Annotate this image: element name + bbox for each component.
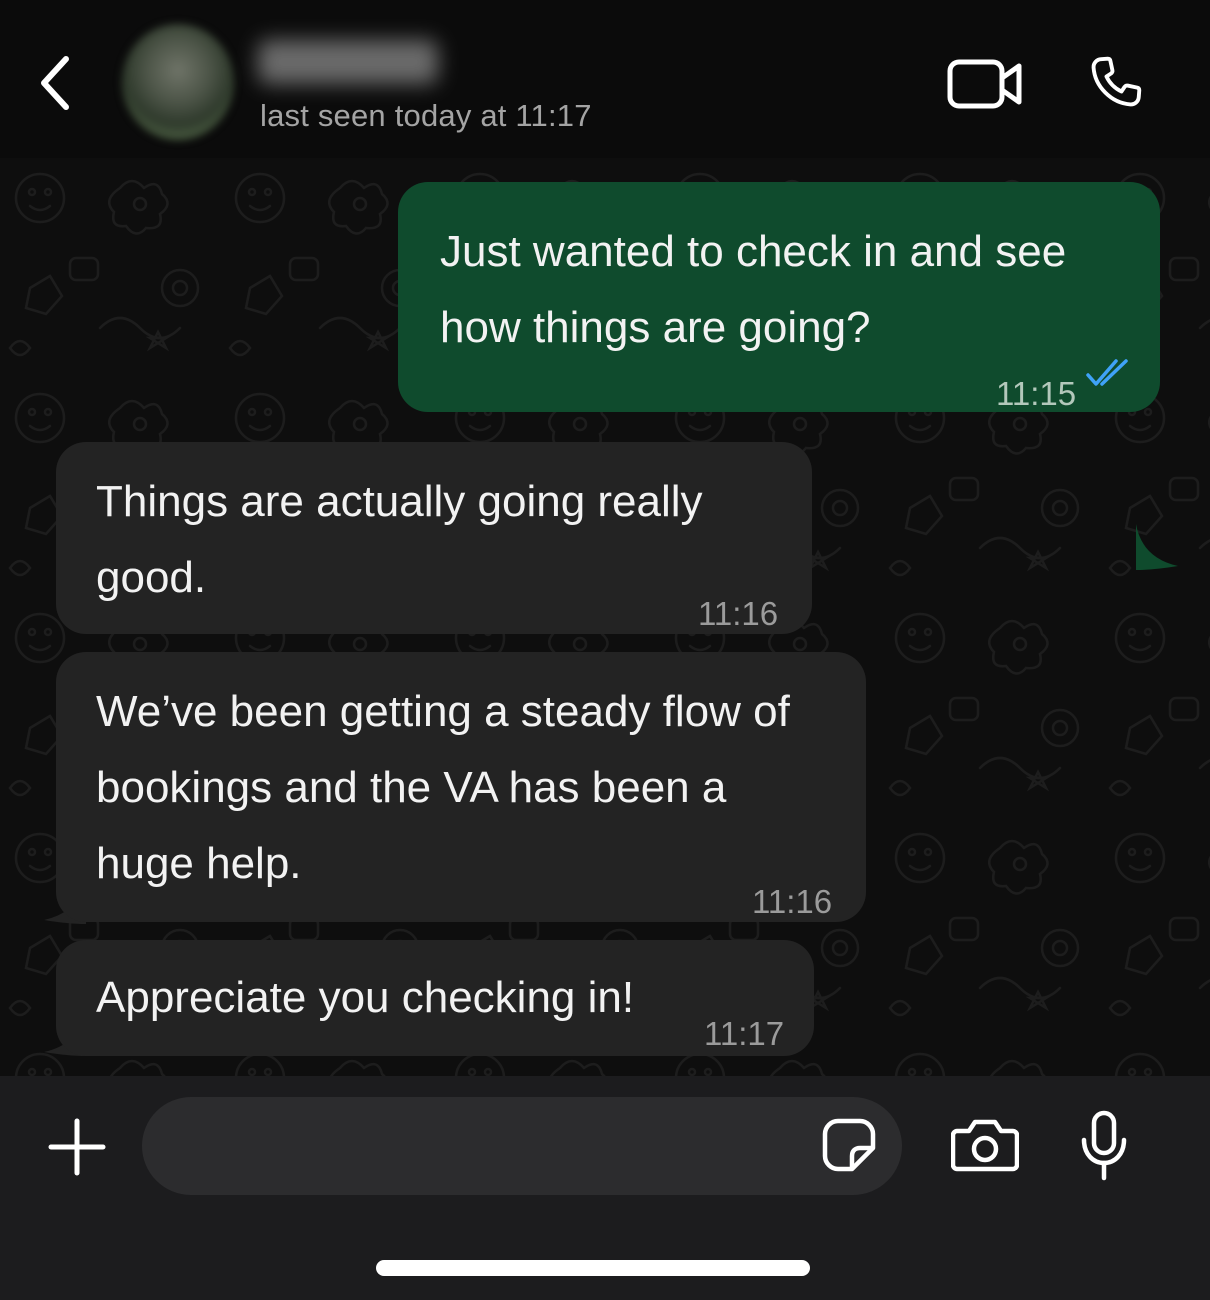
avatar[interactable]	[122, 24, 234, 140]
message-time: 11:16	[698, 595, 779, 632]
message-time: 11:16	[752, 883, 833, 920]
microphone-icon	[1081, 1110, 1127, 1181]
message-time: 11:15	[996, 375, 1077, 412]
sticker-icon	[822, 1118, 876, 1172]
voice-message-button[interactable]	[1074, 1106, 1134, 1186]
voice-call-button[interactable]	[1080, 48, 1150, 118]
message-text-line: Just wanted to check in and see	[440, 227, 1067, 276]
camera-icon	[951, 1119, 1019, 1172]
message-text-line: We’ve been getting a steady flow of	[96, 687, 790, 736]
phone-icon	[1091, 56, 1142, 107]
message-text-line: Things are actually going really	[96, 477, 703, 526]
contact-status: last seen today at 11:17	[260, 98, 592, 133]
sticker-button[interactable]	[818, 1114, 880, 1176]
plus-icon	[48, 1118, 106, 1176]
message-text-line: huge help.	[96, 839, 302, 888]
message-bubble-received[interactable]: We’ve been getting a steady flow of book…	[56, 652, 866, 922]
home-indicator[interactable]	[376, 1260, 810, 1276]
message-time: 11:17	[704, 1015, 785, 1052]
video-camera-icon	[947, 59, 1022, 109]
message-text-line: good.	[96, 553, 207, 602]
double-check-icon	[1086, 359, 1128, 386]
message-bubble-received[interactable]: Things are actually going really good. 1…	[56, 442, 812, 634]
chat-area[interactable]: Just wanted to check in and see how thin…	[0, 158, 1210, 1076]
message-text-line: Appreciate you checking in!	[96, 973, 635, 1022]
message-text-line: how things are going?	[440, 303, 871, 352]
camera-button[interactable]	[946, 1112, 1024, 1178]
back-button[interactable]	[28, 50, 84, 116]
message-bubble-received[interactable]: Appreciate you checking in! 11:17	[56, 940, 814, 1056]
video-call-button[interactable]	[944, 52, 1026, 116]
chevron-left-icon	[41, 56, 69, 110]
sent-bubble-tail	[1136, 524, 1178, 570]
attach-button[interactable]	[44, 1114, 110, 1180]
chat-screen: last seen today at 11:17 Just wanted to …	[0, 0, 1210, 1300]
message-text-line: bookings and the VA has been a	[96, 763, 727, 812]
message-input[interactable]	[142, 1097, 902, 1195]
message-bubble-sent[interactable]: Just wanted to check in and see how thin…	[398, 182, 1160, 412]
contact-name-redacted[interactable]	[258, 40, 438, 84]
chat-header: last seen today at 11:17	[0, 0, 1210, 158]
